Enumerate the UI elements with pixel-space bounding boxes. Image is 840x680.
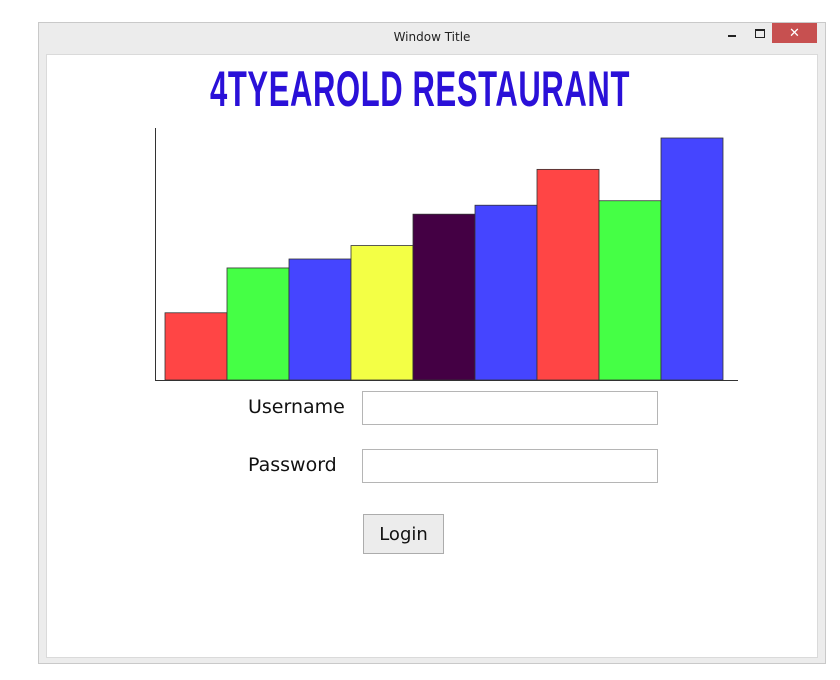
bar-2 xyxy=(226,267,290,381)
bar-6 xyxy=(474,204,538,381)
bar-8 xyxy=(598,200,662,381)
password-label: Password xyxy=(248,454,337,476)
bar-9 xyxy=(660,137,724,381)
username-input[interactable] xyxy=(362,391,658,425)
bar-1 xyxy=(164,312,228,381)
bars-group xyxy=(164,137,724,381)
password-input[interactable] xyxy=(362,449,658,483)
login-button[interactable]: Login xyxy=(363,514,444,554)
bar-3 xyxy=(288,258,352,381)
bar-7 xyxy=(536,168,600,381)
bar-4 xyxy=(350,245,414,381)
bar-chart xyxy=(155,128,738,381)
username-label: Username xyxy=(248,396,345,418)
bar-5 xyxy=(412,213,476,381)
